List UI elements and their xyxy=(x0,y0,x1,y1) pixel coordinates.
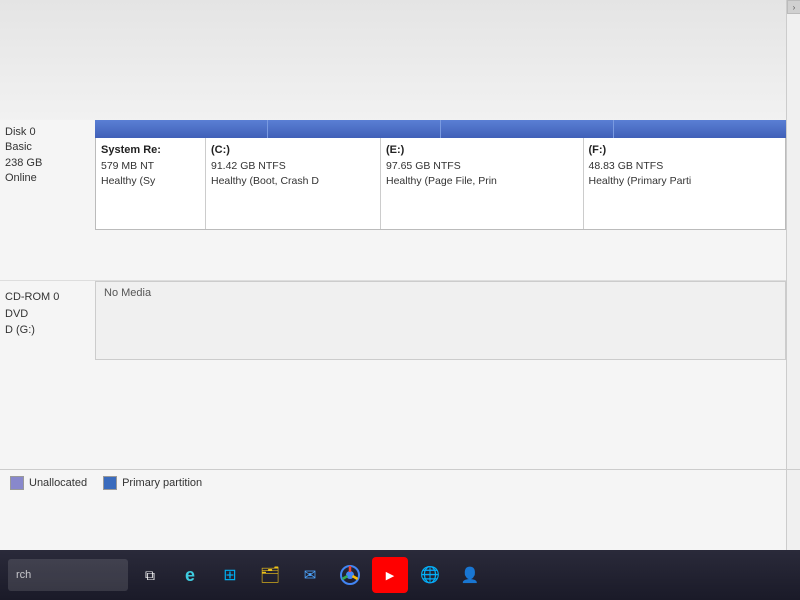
user-avatar-icon[interactable]: 👤 xyxy=(452,557,488,593)
sysres-letter: System Re: xyxy=(101,142,200,159)
disk0-name: Disk 0 xyxy=(5,125,95,140)
task-view-icon[interactable]: ⧉ xyxy=(132,557,168,593)
c-letter: (C:) xyxy=(211,142,375,159)
c-size: 91.42 GB NTFS xyxy=(211,159,375,175)
partition-header-bar xyxy=(95,120,786,138)
e-status: Healthy (Page File, Prin xyxy=(386,174,578,190)
f-size: 48.83 GB NTFS xyxy=(589,159,781,175)
taskbar: rch ⧉ e ⊞ 🗂 ✉ ▶ 🌐 👤 xyxy=(0,550,800,600)
mail-icon[interactable]: ✉ xyxy=(292,557,328,593)
partitions-body: System Re: 579 MB NT Healthy (Sy (C:) 91… xyxy=(95,138,786,230)
taskbar-search-text: rch xyxy=(16,569,31,581)
partition-e[interactable]: (E:) 97.65 GB NTFS Healthy (Page File, P… xyxy=(381,138,584,229)
legend-unallocated-label: Unallocated xyxy=(29,477,87,489)
cdrom-row: CD-ROM 0 DVD D (G:) No Media xyxy=(0,280,786,360)
disk0-status: Online xyxy=(5,171,95,186)
partition-f[interactable]: (F:) 48.83 GB NTFS Healthy (Primary Part… xyxy=(584,138,786,229)
swatch-unallocated xyxy=(10,476,24,490)
window-top-area xyxy=(0,0,786,120)
screen: › Disk 0 Basic 238 GB Online xyxy=(0,0,800,600)
partition-c[interactable]: (C:) 91.42 GB NTFS Healthy (Boot, Crash … xyxy=(206,138,381,229)
sysres-status: Healthy (Sy xyxy=(101,174,200,190)
c-status: Healthy (Boot, Crash D xyxy=(211,174,375,190)
cdrom-body: No Media xyxy=(95,281,786,360)
header-seg-c xyxy=(268,120,441,138)
e-letter: (E:) xyxy=(386,142,578,159)
disk0-label: Disk 0 Basic 238 GB Online xyxy=(5,125,95,187)
disk0-row: Disk 0 Basic 238 GB Online System Re: xyxy=(0,120,786,230)
disk0-type: Basic xyxy=(5,140,95,155)
f-letter: (F:) xyxy=(589,142,781,159)
chrome-icon[interactable] xyxy=(332,557,368,593)
windows-store-icon[interactable]: ⊞ xyxy=(212,557,248,593)
partitions-area: System Re: 579 MB NT Healthy (Sy (C:) 91… xyxy=(95,120,786,230)
file-explorer-icon[interactable]: 🗂 xyxy=(252,557,288,593)
legend-primary: Primary partition xyxy=(103,476,202,490)
taskbar-search-box[interactable]: rch xyxy=(8,559,128,591)
scrollbar-arrow-down[interactable]: › xyxy=(787,0,800,14)
edge-icon[interactable]: e xyxy=(172,557,208,593)
cdrom-drive: D (G:) xyxy=(5,322,59,339)
globe-icon[interactable]: 🌐 xyxy=(412,557,448,593)
cdrom-media-status: No Media xyxy=(104,287,777,299)
partition-sysres[interactable]: System Re: 579 MB NT Healthy (Sy xyxy=(96,138,206,229)
scrollbar-right[interactable]: › xyxy=(786,0,800,550)
disk-management-window: › Disk 0 Basic 238 GB Online xyxy=(0,0,800,550)
cdrom-label: CD-ROM 0 DVD D (G:) xyxy=(5,289,59,339)
youtube-icon[interactable]: ▶ xyxy=(372,557,408,593)
header-seg-sysres xyxy=(95,120,268,138)
cdrom-type: DVD xyxy=(5,306,59,323)
header-seg-f xyxy=(614,120,786,138)
legend-area: Unallocated Primary partition xyxy=(10,476,202,490)
disk0-size: 238 GB xyxy=(5,156,95,171)
e-size: 97.65 GB NTFS xyxy=(386,159,578,175)
swatch-primary xyxy=(103,476,117,490)
divider-line xyxy=(0,469,800,470)
legend-unallocated: Unallocated xyxy=(10,476,87,490)
f-status: Healthy (Primary Parti xyxy=(589,174,781,190)
legend-primary-label: Primary partition xyxy=(122,477,202,489)
sysres-size: 579 MB NT xyxy=(101,159,200,175)
header-seg-e xyxy=(441,120,614,138)
cdrom-name: CD-ROM 0 xyxy=(5,289,59,306)
